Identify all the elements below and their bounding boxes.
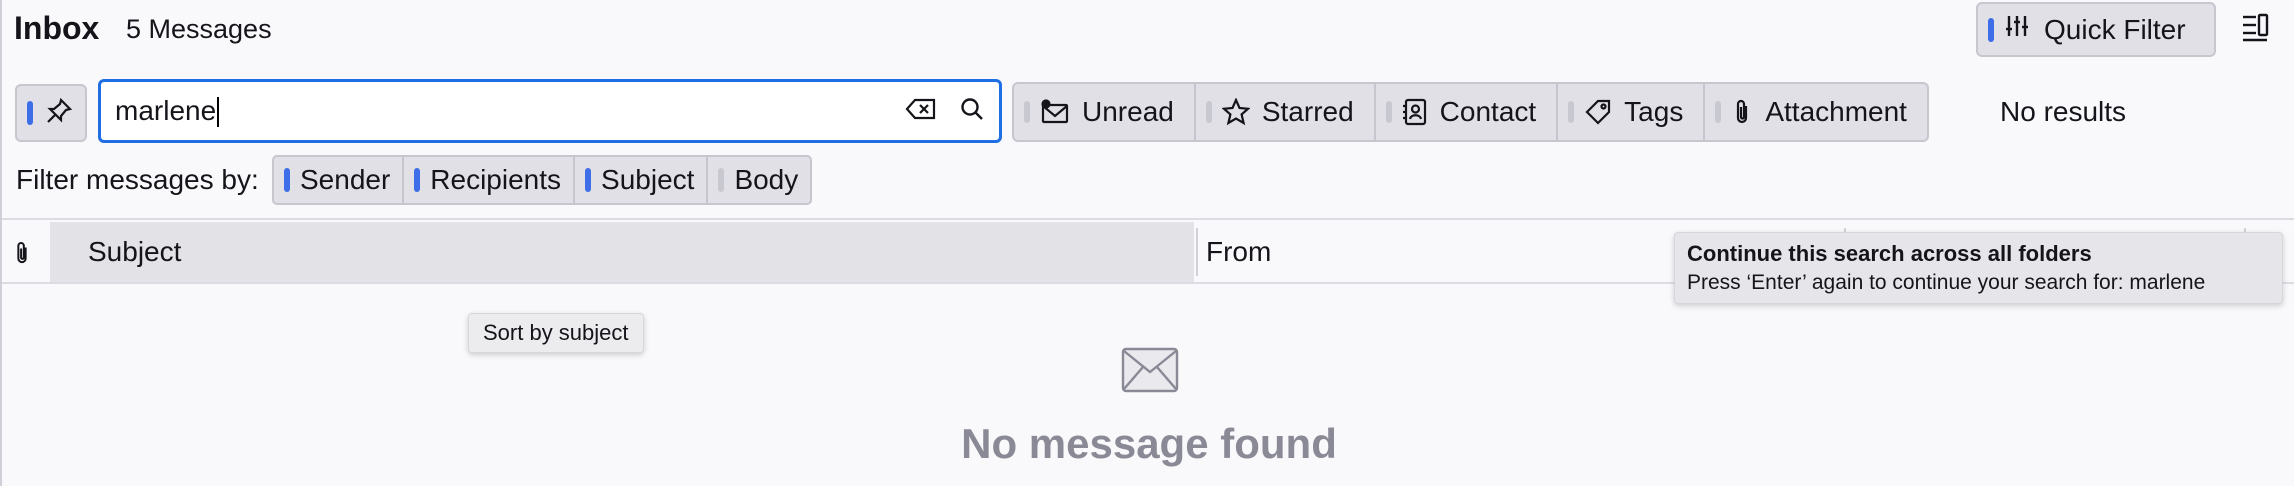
contact-icon — [1402, 98, 1426, 126]
search-icon — [959, 96, 985, 127]
chip-label: Recipients — [430, 164, 562, 195]
continue-search-tooltip-title: Continue this search across all folders — [1687, 241, 2092, 266]
toggle-indicator — [1715, 101, 1722, 123]
filter-by-body-button[interactable]: Body — [708, 157, 810, 203]
pin-icon — [45, 97, 73, 130]
filter-sliders-icon — [2004, 13, 2030, 46]
chip-label: Body — [734, 164, 799, 195]
filter-contact-label: Contact — [1439, 96, 1537, 127]
paperclip-icon — [1737, 99, 1748, 124]
continue-search-tooltip: Continue this search across all folders … — [1674, 232, 2283, 304]
star-icon — [1221, 98, 1250, 126]
chip-label: Subject — [601, 164, 695, 195]
sort-tooltip: Sort by subject — [468, 313, 644, 353]
toggle-indicator — [1205, 101, 1212, 123]
quick-filter-label: Quick Filter — [2044, 13, 2186, 45]
column-divider[interactable] — [1196, 228, 1198, 276]
filter-starred-label: Starred — [1261, 96, 1354, 127]
search-value: marlene — [115, 94, 217, 126]
toggle-indicator — [585, 168, 592, 192]
sticky-filter-pin-button[interactable] — [15, 84, 87, 142]
filter-by-subject-button[interactable]: Subject — [575, 157, 709, 203]
text-caret — [217, 97, 220, 128]
filter-attachment-label: Attachment — [1765, 96, 1907, 127]
filter-contact-button[interactable]: Contact — [1376, 84, 1559, 140]
toggle-indicator — [1988, 17, 1994, 42]
continue-search-tooltip-body: Press ‘Enter’ again to continue your sea… — [1687, 271, 2206, 294]
quick-filter-button[interactable]: Quick Filter — [1976, 2, 2216, 57]
message-list-layout-icon[interactable] — [2240, 12, 2270, 49]
clear-search-icon[interactable] — [905, 97, 937, 126]
toggle-indicator — [27, 101, 33, 125]
filter-unread-button[interactable]: Unread — [1014, 84, 1196, 140]
filter-tags-button[interactable]: Tags — [1558, 84, 1706, 140]
unread-icon — [1041, 99, 1069, 124]
folder-title: Inbox — [14, 10, 100, 46]
column-header-subject-label: Subject — [88, 236, 182, 267]
column-header-from[interactable]: From — [1206, 236, 1271, 268]
toggle-indicator — [1385, 101, 1392, 123]
toggle-indicator — [1568, 101, 1575, 123]
filter-by-chip-group: Sender Recipients Subject Body — [272, 155, 813, 205]
attachment-column-icon[interactable] — [12, 240, 32, 271]
filter-toggle-group: Unread Starred Contact Tags Attachment — [1012, 82, 1929, 142]
filter-tags-label: Tags — [1624, 96, 1684, 127]
toggle-indicator — [414, 168, 421, 192]
filter-attachment-button[interactable]: Attachment — [1705, 84, 1927, 140]
message-count: 5 Messages — [126, 14, 272, 44]
column-header-subject[interactable]: Subject — [50, 222, 1194, 282]
filter-status-text: No results — [2000, 96, 2127, 127]
chip-label: Sender — [300, 164, 391, 195]
toggle-indicator — [284, 168, 290, 192]
filter-unread-label: Unread — [1082, 96, 1174, 127]
empty-state-text: No message found — [961, 420, 1337, 467]
quick-filter-search-input[interactable]: marlene — [98, 79, 1002, 143]
empty-mail-icon — [1120, 346, 1180, 399]
toggle-indicator — [1024, 101, 1030, 123]
filter-by-recipients-button[interactable]: Recipients — [404, 157, 576, 203]
filter-by-sender-button[interactable]: Sender — [274, 157, 405, 203]
filter-by-label: Filter messages by: — [16, 164, 259, 195]
toggle-indicator — [718, 168, 725, 192]
filter-starred-button[interactable]: Starred — [1196, 84, 1376, 140]
tag-icon — [1585, 99, 1611, 125]
